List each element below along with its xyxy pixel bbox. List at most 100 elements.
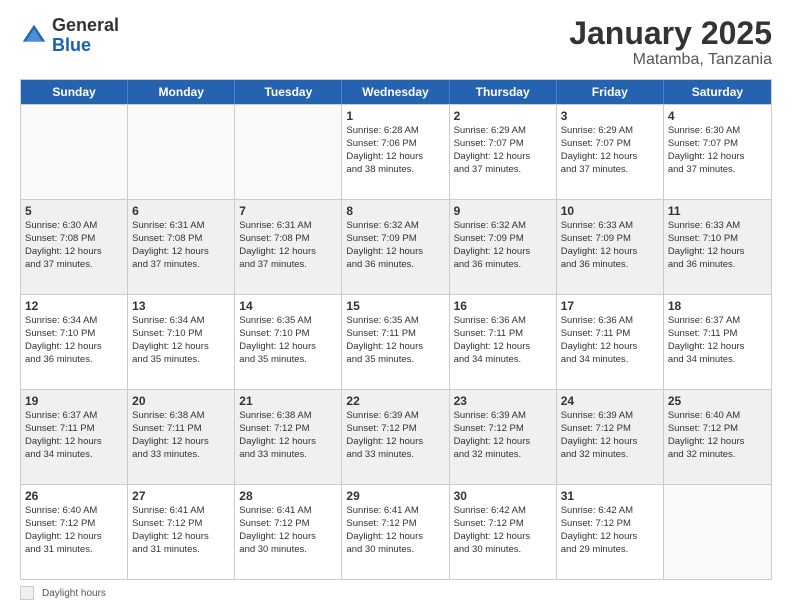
calendar-cell: 20Sunrise: 6:38 AM Sunset: 7:11 PM Dayli… — [128, 390, 235, 484]
header-day-tuesday: Tuesday — [235, 80, 342, 104]
calendar-cell: 31Sunrise: 6:42 AM Sunset: 7:12 PM Dayli… — [557, 485, 664, 579]
header-day-monday: Monday — [128, 80, 235, 104]
day-number: 25 — [668, 393, 767, 409]
day-number: 4 — [668, 108, 767, 124]
calendar-cell — [128, 105, 235, 199]
day-info: Sunrise: 6:39 AM Sunset: 7:12 PM Dayligh… — [454, 410, 531, 459]
calendar-cell: 4Sunrise: 6:30 AM Sunset: 7:07 PM Daylig… — [664, 105, 771, 199]
day-info: Sunrise: 6:36 AM Sunset: 7:11 PM Dayligh… — [454, 315, 531, 364]
header-day-sunday: Sunday — [21, 80, 128, 104]
day-number: 7 — [239, 203, 337, 219]
day-number: 19 — [25, 393, 123, 409]
calendar-cell: 6Sunrise: 6:31 AM Sunset: 7:08 PM Daylig… — [128, 200, 235, 294]
daylight-label: Daylight hours — [42, 588, 106, 599]
day-info: Sunrise: 6:38 AM Sunset: 7:11 PM Dayligh… — [132, 410, 209, 459]
day-info: Sunrise: 6:36 AM Sunset: 7:11 PM Dayligh… — [561, 315, 638, 364]
calendar-cell: 8Sunrise: 6:32 AM Sunset: 7:09 PM Daylig… — [342, 200, 449, 294]
day-info: Sunrise: 6:29 AM Sunset: 7:07 PM Dayligh… — [454, 125, 531, 174]
day-info: Sunrise: 6:37 AM Sunset: 7:11 PM Dayligh… — [668, 315, 745, 364]
calendar-cell: 23Sunrise: 6:39 AM Sunset: 7:12 PM Dayli… — [450, 390, 557, 484]
daylight-box — [20, 586, 34, 600]
calendar-cell: 13Sunrise: 6:34 AM Sunset: 7:10 PM Dayli… — [128, 295, 235, 389]
calendar-row-4: 19Sunrise: 6:37 AM Sunset: 7:11 PM Dayli… — [21, 389, 771, 484]
calendar-row-5: 26Sunrise: 6:40 AM Sunset: 7:12 PM Dayli… — [21, 484, 771, 579]
day-number: 22 — [346, 393, 444, 409]
page: General Blue January 2025 Matamba, Tanza… — [0, 0, 792, 612]
day-number: 26 — [25, 488, 123, 504]
calendar-cell: 15Sunrise: 6:35 AM Sunset: 7:11 PM Dayli… — [342, 295, 449, 389]
calendar-cell — [235, 105, 342, 199]
calendar-cell: 5Sunrise: 6:30 AM Sunset: 7:08 PM Daylig… — [21, 200, 128, 294]
logo-text: General Blue — [52, 16, 119, 56]
header-day-thursday: Thursday — [450, 80, 557, 104]
calendar-body: 1Sunrise: 6:28 AM Sunset: 7:06 PM Daylig… — [21, 104, 771, 579]
day-number: 30 — [454, 488, 552, 504]
day-info: Sunrise: 6:42 AM Sunset: 7:12 PM Dayligh… — [454, 505, 531, 554]
day-number: 31 — [561, 488, 659, 504]
title-block: January 2025 Matamba, Tanzania — [569, 16, 772, 69]
calendar: SundayMondayTuesdayWednesdayThursdayFrid… — [20, 79, 772, 580]
day-info: Sunrise: 6:37 AM Sunset: 7:11 PM Dayligh… — [25, 410, 102, 459]
day-number: 17 — [561, 298, 659, 314]
day-info: Sunrise: 6:32 AM Sunset: 7:09 PM Dayligh… — [454, 220, 531, 269]
calendar-cell — [21, 105, 128, 199]
day-number: 20 — [132, 393, 230, 409]
calendar-cell: 9Sunrise: 6:32 AM Sunset: 7:09 PM Daylig… — [450, 200, 557, 294]
calendar-cell: 30Sunrise: 6:42 AM Sunset: 7:12 PM Dayli… — [450, 485, 557, 579]
day-number: 13 — [132, 298, 230, 314]
calendar-cell: 10Sunrise: 6:33 AM Sunset: 7:09 PM Dayli… — [557, 200, 664, 294]
day-info: Sunrise: 6:29 AM Sunset: 7:07 PM Dayligh… — [561, 125, 638, 174]
calendar-header: SundayMondayTuesdayWednesdayThursdayFrid… — [21, 80, 771, 104]
day-number: 3 — [561, 108, 659, 124]
header-day-saturday: Saturday — [664, 80, 771, 104]
calendar-row-3: 12Sunrise: 6:34 AM Sunset: 7:10 PM Dayli… — [21, 294, 771, 389]
day-number: 21 — [239, 393, 337, 409]
day-info: Sunrise: 6:34 AM Sunset: 7:10 PM Dayligh… — [132, 315, 209, 364]
calendar-cell: 24Sunrise: 6:39 AM Sunset: 7:12 PM Dayli… — [557, 390, 664, 484]
month-title: January 2025 — [569, 16, 772, 51]
day-number: 29 — [346, 488, 444, 504]
day-number: 11 — [668, 203, 767, 219]
calendar-cell: 17Sunrise: 6:36 AM Sunset: 7:11 PM Dayli… — [557, 295, 664, 389]
header-day-friday: Friday — [557, 80, 664, 104]
calendar-cell: 2Sunrise: 6:29 AM Sunset: 7:07 PM Daylig… — [450, 105, 557, 199]
header: General Blue January 2025 Matamba, Tanza… — [20, 16, 772, 69]
day-number: 24 — [561, 393, 659, 409]
day-info: Sunrise: 6:40 AM Sunset: 7:12 PM Dayligh… — [25, 505, 102, 554]
day-info: Sunrise: 6:41 AM Sunset: 7:12 PM Dayligh… — [239, 505, 316, 554]
day-info: Sunrise: 6:41 AM Sunset: 7:12 PM Dayligh… — [346, 505, 423, 554]
day-info: Sunrise: 6:32 AM Sunset: 7:09 PM Dayligh… — [346, 220, 423, 269]
day-number: 23 — [454, 393, 552, 409]
day-info: Sunrise: 6:31 AM Sunset: 7:08 PM Dayligh… — [132, 220, 209, 269]
day-info: Sunrise: 6:35 AM Sunset: 7:10 PM Dayligh… — [239, 315, 316, 364]
calendar-cell: 3Sunrise: 6:29 AM Sunset: 7:07 PM Daylig… — [557, 105, 664, 199]
calendar-cell — [664, 485, 771, 579]
day-number: 9 — [454, 203, 552, 219]
day-info: Sunrise: 6:38 AM Sunset: 7:12 PM Dayligh… — [239, 410, 316, 459]
calendar-cell: 7Sunrise: 6:31 AM Sunset: 7:08 PM Daylig… — [235, 200, 342, 294]
calendar-cell: 11Sunrise: 6:33 AM Sunset: 7:10 PM Dayli… — [664, 200, 771, 294]
day-info: Sunrise: 6:30 AM Sunset: 7:08 PM Dayligh… — [25, 220, 102, 269]
day-info: Sunrise: 6:31 AM Sunset: 7:08 PM Dayligh… — [239, 220, 316, 269]
header-day-wednesday: Wednesday — [342, 80, 449, 104]
calendar-cell: 25Sunrise: 6:40 AM Sunset: 7:12 PM Dayli… — [664, 390, 771, 484]
calendar-cell: 27Sunrise: 6:41 AM Sunset: 7:12 PM Dayli… — [128, 485, 235, 579]
calendar-cell: 29Sunrise: 6:41 AM Sunset: 7:12 PM Dayli… — [342, 485, 449, 579]
day-info: Sunrise: 6:28 AM Sunset: 7:06 PM Dayligh… — [346, 125, 423, 174]
day-number: 15 — [346, 298, 444, 314]
day-info: Sunrise: 6:39 AM Sunset: 7:12 PM Dayligh… — [561, 410, 638, 459]
day-info: Sunrise: 6:33 AM Sunset: 7:10 PM Dayligh… — [668, 220, 745, 269]
location: Matamba, Tanzania — [569, 51, 772, 69]
day-number: 2 — [454, 108, 552, 124]
calendar-cell: 16Sunrise: 6:36 AM Sunset: 7:11 PM Dayli… — [450, 295, 557, 389]
day-number: 18 — [668, 298, 767, 314]
calendar-row-1: 1Sunrise: 6:28 AM Sunset: 7:06 PM Daylig… — [21, 104, 771, 199]
day-number: 5 — [25, 203, 123, 219]
calendar-cell: 28Sunrise: 6:41 AM Sunset: 7:12 PM Dayli… — [235, 485, 342, 579]
day-info: Sunrise: 6:34 AM Sunset: 7:10 PM Dayligh… — [25, 315, 102, 364]
day-info: Sunrise: 6:42 AM Sunset: 7:12 PM Dayligh… — [561, 505, 638, 554]
day-number: 27 — [132, 488, 230, 504]
calendar-cell: 18Sunrise: 6:37 AM Sunset: 7:11 PM Dayli… — [664, 295, 771, 389]
calendar-cell: 1Sunrise: 6:28 AM Sunset: 7:06 PM Daylig… — [342, 105, 449, 199]
day-number: 8 — [346, 203, 444, 219]
